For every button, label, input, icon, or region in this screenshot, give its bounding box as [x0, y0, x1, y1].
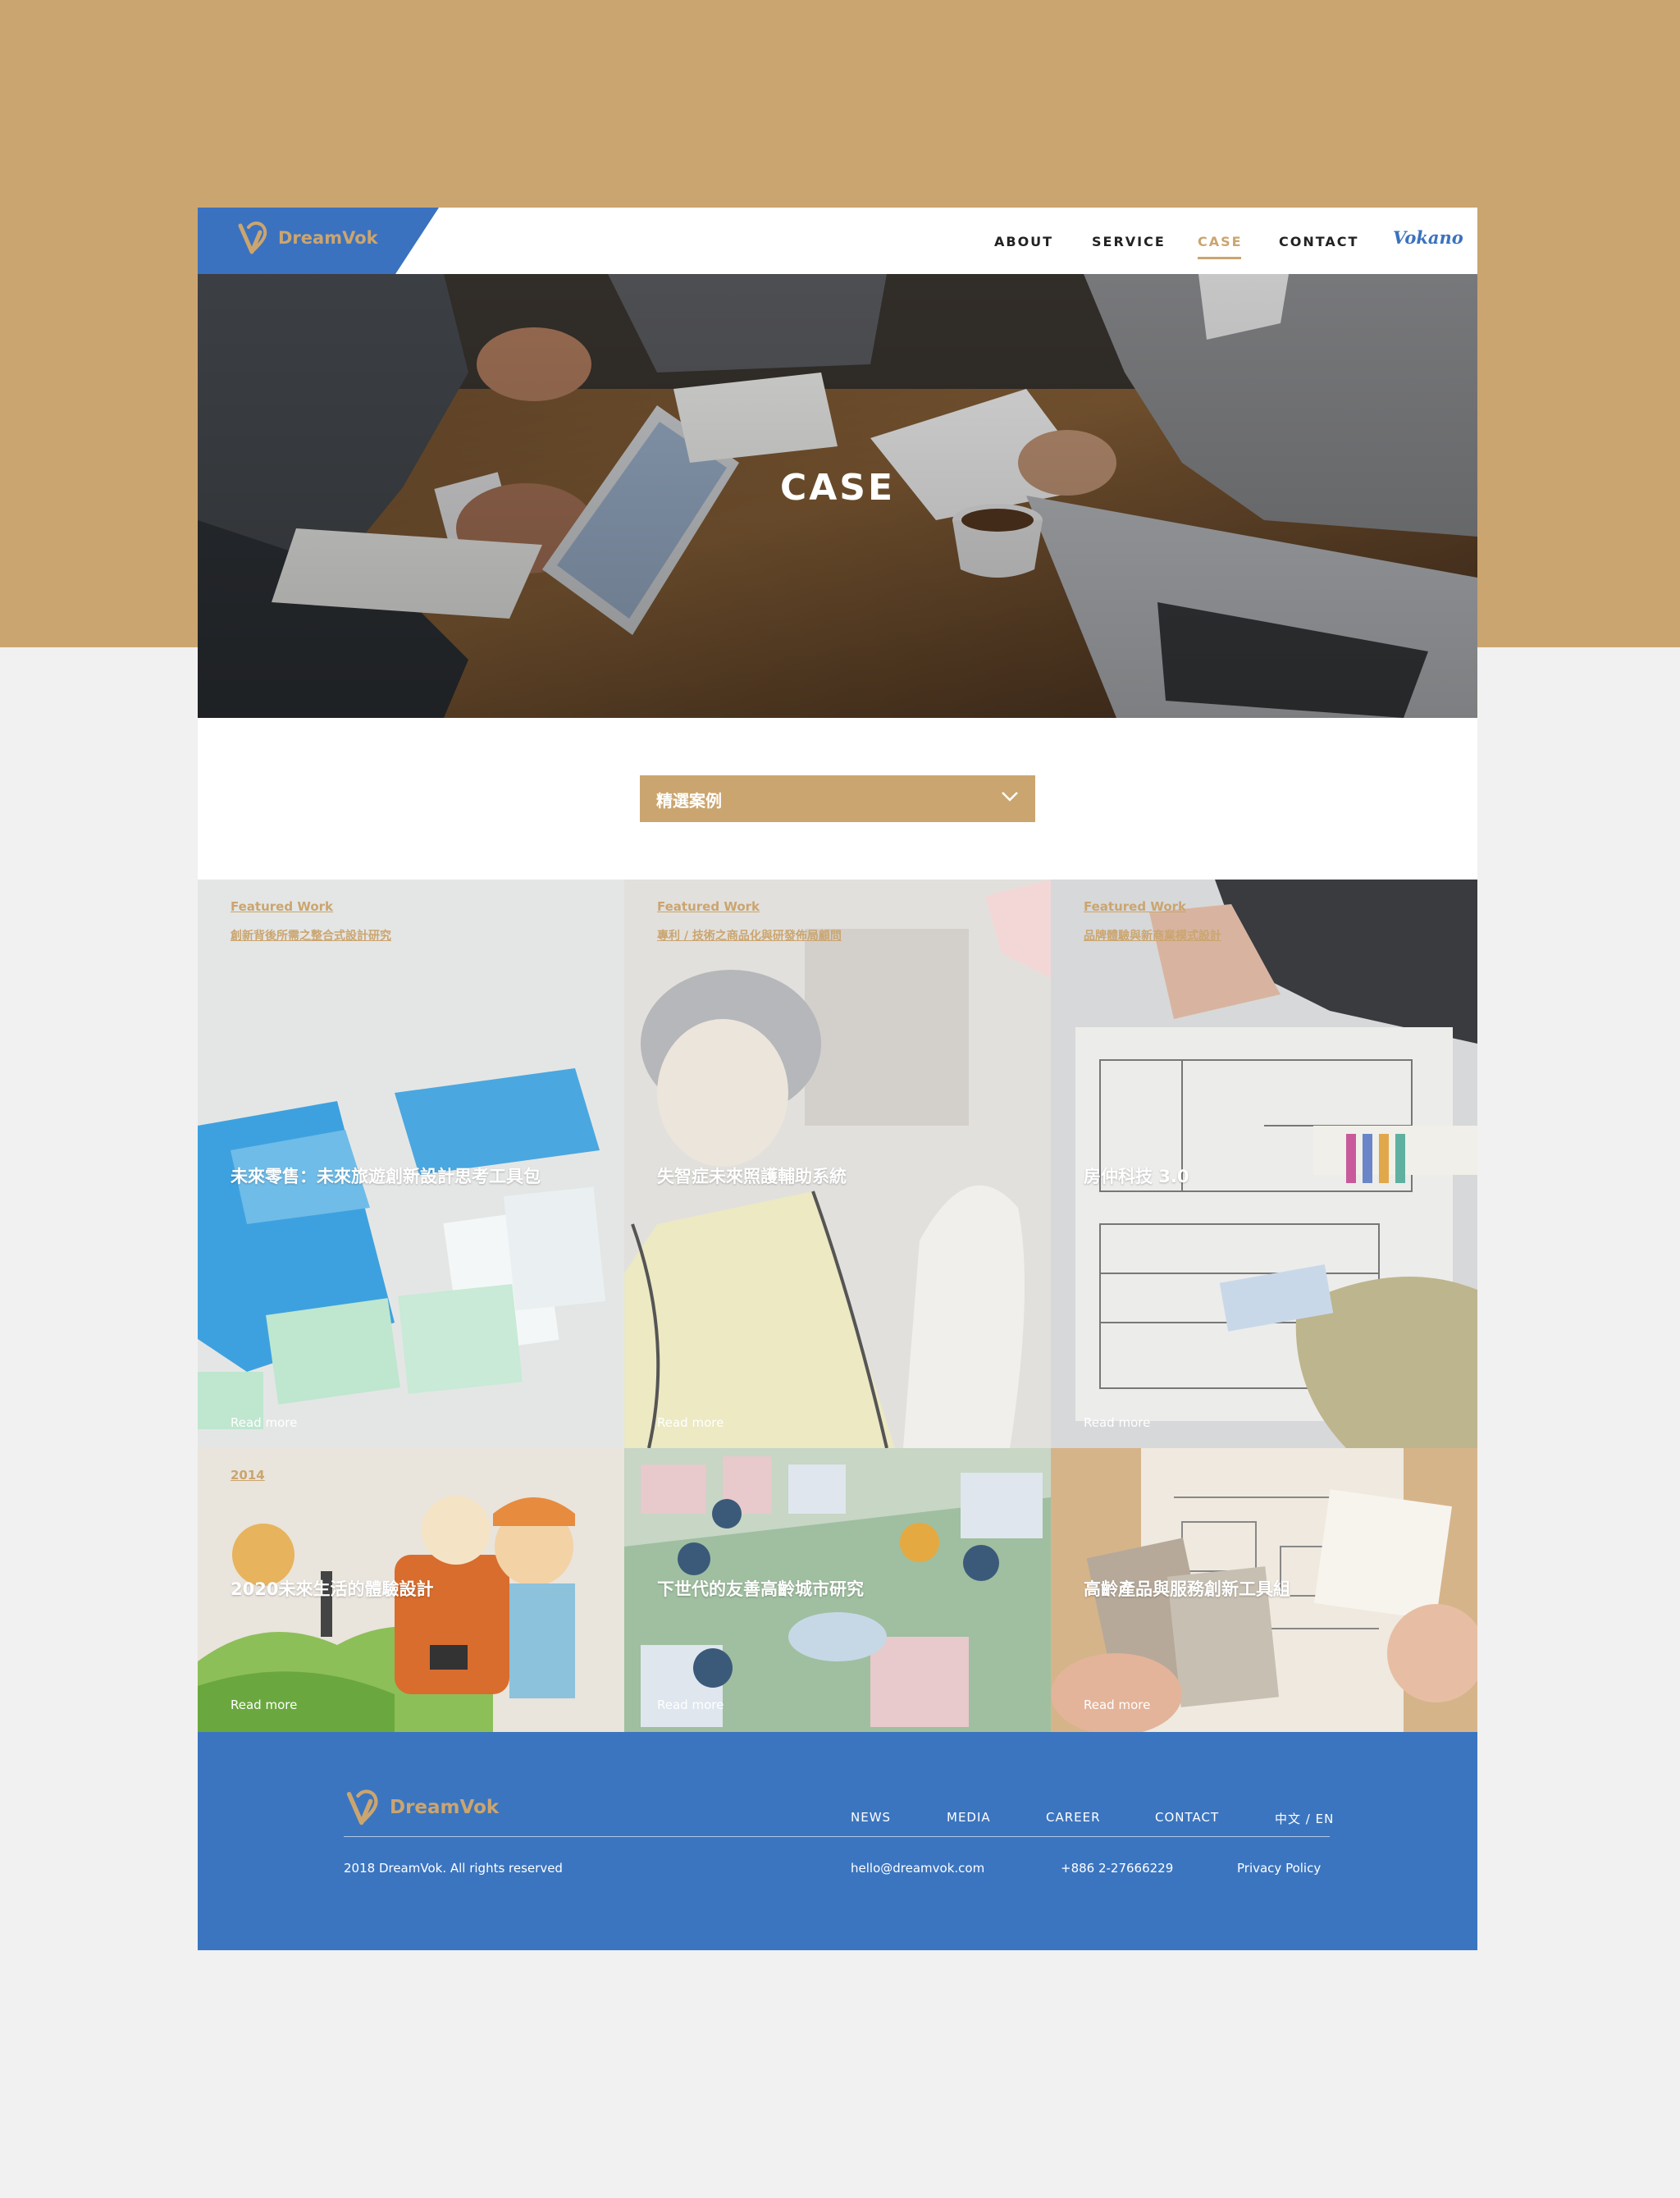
privacy-policy-link[interactable]: Privacy Policy: [1237, 1861, 1321, 1876]
case-grid: Featured Work 創新背後所需之整合式設計研究 未來零售：未來旅遊創新…: [198, 880, 1477, 1732]
case-card[interactable]: 高齡產品與服務創新工具組 Read more: [1051, 1448, 1477, 1732]
category-dropdown[interactable]: 精選案例: [640, 775, 1035, 822]
case-card[interactable]: 2014 2020未來生活的體驗設計 Read more: [198, 1448, 624, 1732]
case-title[interactable]: 高齡產品與服務創新工具組: [1084, 1576, 1290, 1601]
footer-nav-media[interactable]: MEDIA: [947, 1810, 991, 1825]
read-more-link[interactable]: Read more: [231, 1698, 297, 1712]
site-header: DreamVok ABOUT SERVICE CASE CONTACT Voka…: [198, 208, 1477, 274]
case-tag[interactable]: 2014: [231, 1468, 265, 1483]
footer-nav-career[interactable]: CAREER: [1046, 1810, 1101, 1825]
copyright-text: 2018 DreamVok. All rights reserved: [344, 1861, 563, 1876]
nav-about[interactable]: ABOUT: [994, 234, 1053, 249]
footer-divider: [344, 1836, 1330, 1837]
chevron-down-icon: [1002, 792, 1018, 802]
dropdown-selected-value: 精選案例: [656, 791, 722, 811]
header-logo[interactable]: DreamVok: [235, 219, 378, 257]
case-tag[interactable]: Featured Work: [657, 899, 760, 914]
footer-phone[interactable]: +886 2-27666229: [1061, 1861, 1173, 1876]
site-footer: DreamVok NEWS MEDIA CAREER CONTACT 中文 / …: [198, 1732, 1477, 1950]
dreamvok-logo-icon: [238, 222, 267, 254]
case-subtitle[interactable]: 專利 / 技術之商品化與研發佈局顧問: [657, 927, 842, 944]
case-title[interactable]: 未來零售：未來旅遊創新設計思考工具包: [231, 1163, 541, 1188]
read-more-link[interactable]: Read more: [657, 1698, 724, 1712]
read-more-link[interactable]: Read more: [231, 1415, 297, 1430]
dreamvok-logo-icon: [346, 1789, 378, 1826]
footer-logo[interactable]: DreamVok: [344, 1787, 499, 1828]
footer-nav-news[interactable]: NEWS: [851, 1810, 891, 1825]
nav-contact[interactable]: CONTACT: [1279, 234, 1358, 249]
footer-nav-contact[interactable]: CONTACT: [1155, 1810, 1219, 1825]
case-title[interactable]: 失智症未來照護輔助系統: [657, 1163, 847, 1188]
hero-banner: CASE: [198, 274, 1477, 718]
logo-wordmark: DreamVok: [278, 228, 378, 248]
nav-service[interactable]: SERVICE: [1092, 234, 1166, 249]
case-title[interactable]: 下世代的友善高齡城市研究: [657, 1576, 864, 1601]
case-title[interactable]: 房仲科技 3.0: [1084, 1163, 1189, 1188]
case-card[interactable]: 下世代的友善高齡城市研究 Read more: [624, 1448, 1051, 1732]
read-more-link[interactable]: Read more: [1084, 1415, 1150, 1430]
nav-case-active[interactable]: CASE: [1198, 234, 1243, 259]
case-card[interactable]: Featured Work 創新背後所需之整合式設計研究 未來零售：未來旅遊創新…: [198, 880, 624, 1448]
website-frame: DreamVok ABOUT SERVICE CASE CONTACT Voka…: [198, 208, 1477, 1950]
logo-wordmark: DreamVok: [390, 1797, 500, 1818]
hero-title: CASE: [779, 467, 896, 509]
footer-email-link[interactable]: hello@dreamvok.com: [851, 1861, 984, 1876]
case-subtitle[interactable]: 創新背後所需之整合式設計研究: [231, 927, 391, 944]
language-switch[interactable]: 中文 / EN: [1275, 1810, 1334, 1827]
vokano-brand-link[interactable]: Vokano: [1393, 227, 1463, 248]
case-card[interactable]: Featured Work 品牌體驗與新商業模式設計 房仲科技 3.0 Read…: [1051, 880, 1477, 1448]
case-tag[interactable]: Featured Work: [231, 899, 333, 914]
read-more-link[interactable]: Read more: [1084, 1698, 1150, 1712]
case-subtitle[interactable]: 品牌體驗與新商業模式設計: [1084, 927, 1221, 944]
case-tag[interactable]: Featured Work: [1084, 899, 1186, 914]
case-card[interactable]: Featured Work 專利 / 技術之商品化與研發佈局顧問 失智症未來照護…: [624, 880, 1051, 1448]
read-more-link[interactable]: Read more: [657, 1415, 724, 1430]
case-title[interactable]: 2020未來生活的體驗設計: [231, 1576, 433, 1601]
